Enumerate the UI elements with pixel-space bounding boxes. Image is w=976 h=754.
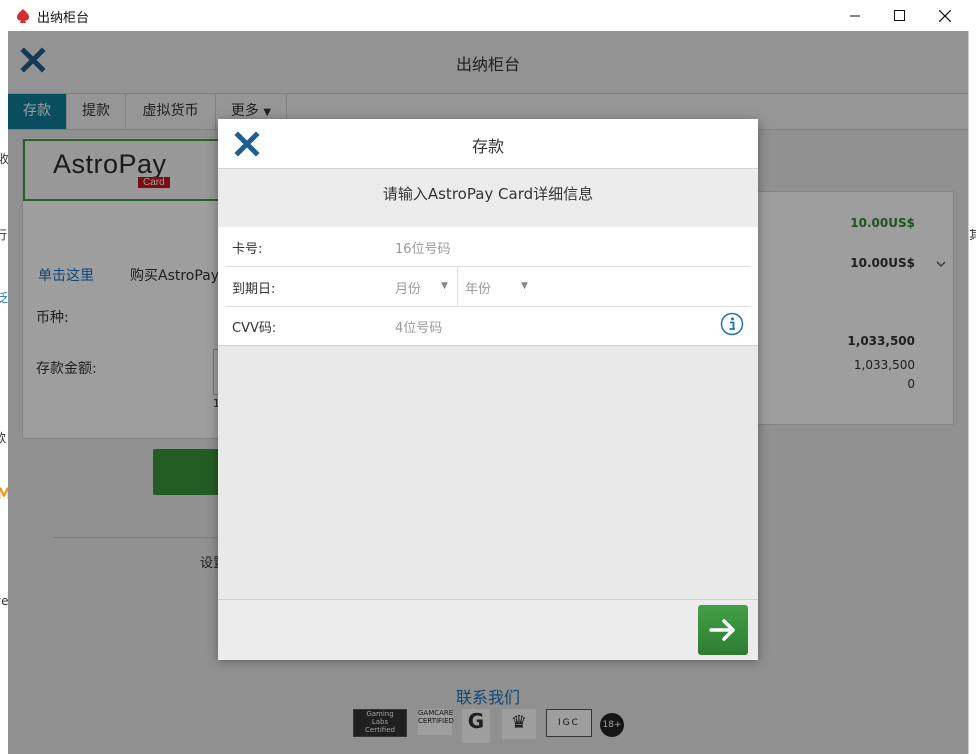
- expiry-month-select[interactable]: 月份 ▼: [395, 267, 458, 306]
- card-details-form: 卡号: 16位号码 到期日: 月份 ▼ 年份 ▼ CVV码: 4位号码: [218, 227, 758, 346]
- expiry-year-select[interactable]: 年份 ▼: [465, 267, 535, 306]
- maximize-icon: [893, 10, 905, 21]
- maximize-button[interactable]: [876, 0, 922, 31]
- edge-fragment: 泛: [0, 291, 9, 305]
- close-window-button[interactable]: [922, 0, 968, 31]
- edge-fragment: 款: [0, 431, 7, 445]
- expiry-label: 到期日:: [232, 282, 276, 297]
- window-title: 出纳柜台: [37, 11, 90, 26]
- edge-fragment: 行: [0, 228, 8, 242]
- card-number-label: 卡号:: [232, 242, 263, 257]
- month-placeholder: 月份: [395, 282, 422, 297]
- caret-down-icon: ▼: [521, 281, 528, 291]
- cvv-input[interactable]: 4位号码: [395, 317, 442, 336]
- modal-footer: [218, 599, 758, 660]
- next-button[interactable]: [698, 605, 748, 655]
- info-icon[interactable]: [720, 312, 744, 336]
- close-icon: [939, 9, 951, 22]
- arrow-right-icon: [709, 619, 735, 641]
- card-number-row: 卡号: 16位号码: [226, 227, 750, 267]
- edge-fragment: 其: [969, 228, 976, 242]
- window-titlebar: 出纳柜台: [0, 0, 976, 32]
- caret-down-icon: ▼: [441, 281, 448, 291]
- modal-title: 存款: [471, 137, 504, 156]
- year-placeholder: 年份: [465, 282, 492, 297]
- cvv-row: CVV码: 4位号码: [226, 306, 750, 345]
- modal-subtitle: 请输入AstroPay Card详细信息: [218, 169, 758, 227]
- cvv-label: CVV码:: [232, 321, 277, 336]
- app-icon: [17, 9, 29, 23]
- card-number-input[interactable]: 16位号码: [395, 238, 451, 257]
- minimize-button[interactable]: [832, 0, 878, 31]
- modal-header: 存款: [218, 119, 758, 169]
- expiry-row: 到期日: 月份 ▼ 年份 ▼: [226, 267, 750, 307]
- deposit-modal: 存款 请输入AstroPay Card详细信息 卡号: 16位号码 到期日: 月…: [218, 119, 758, 660]
- minimize-icon: [849, 15, 860, 17]
- background-window-right-edge: 其: [968, 31, 976, 754]
